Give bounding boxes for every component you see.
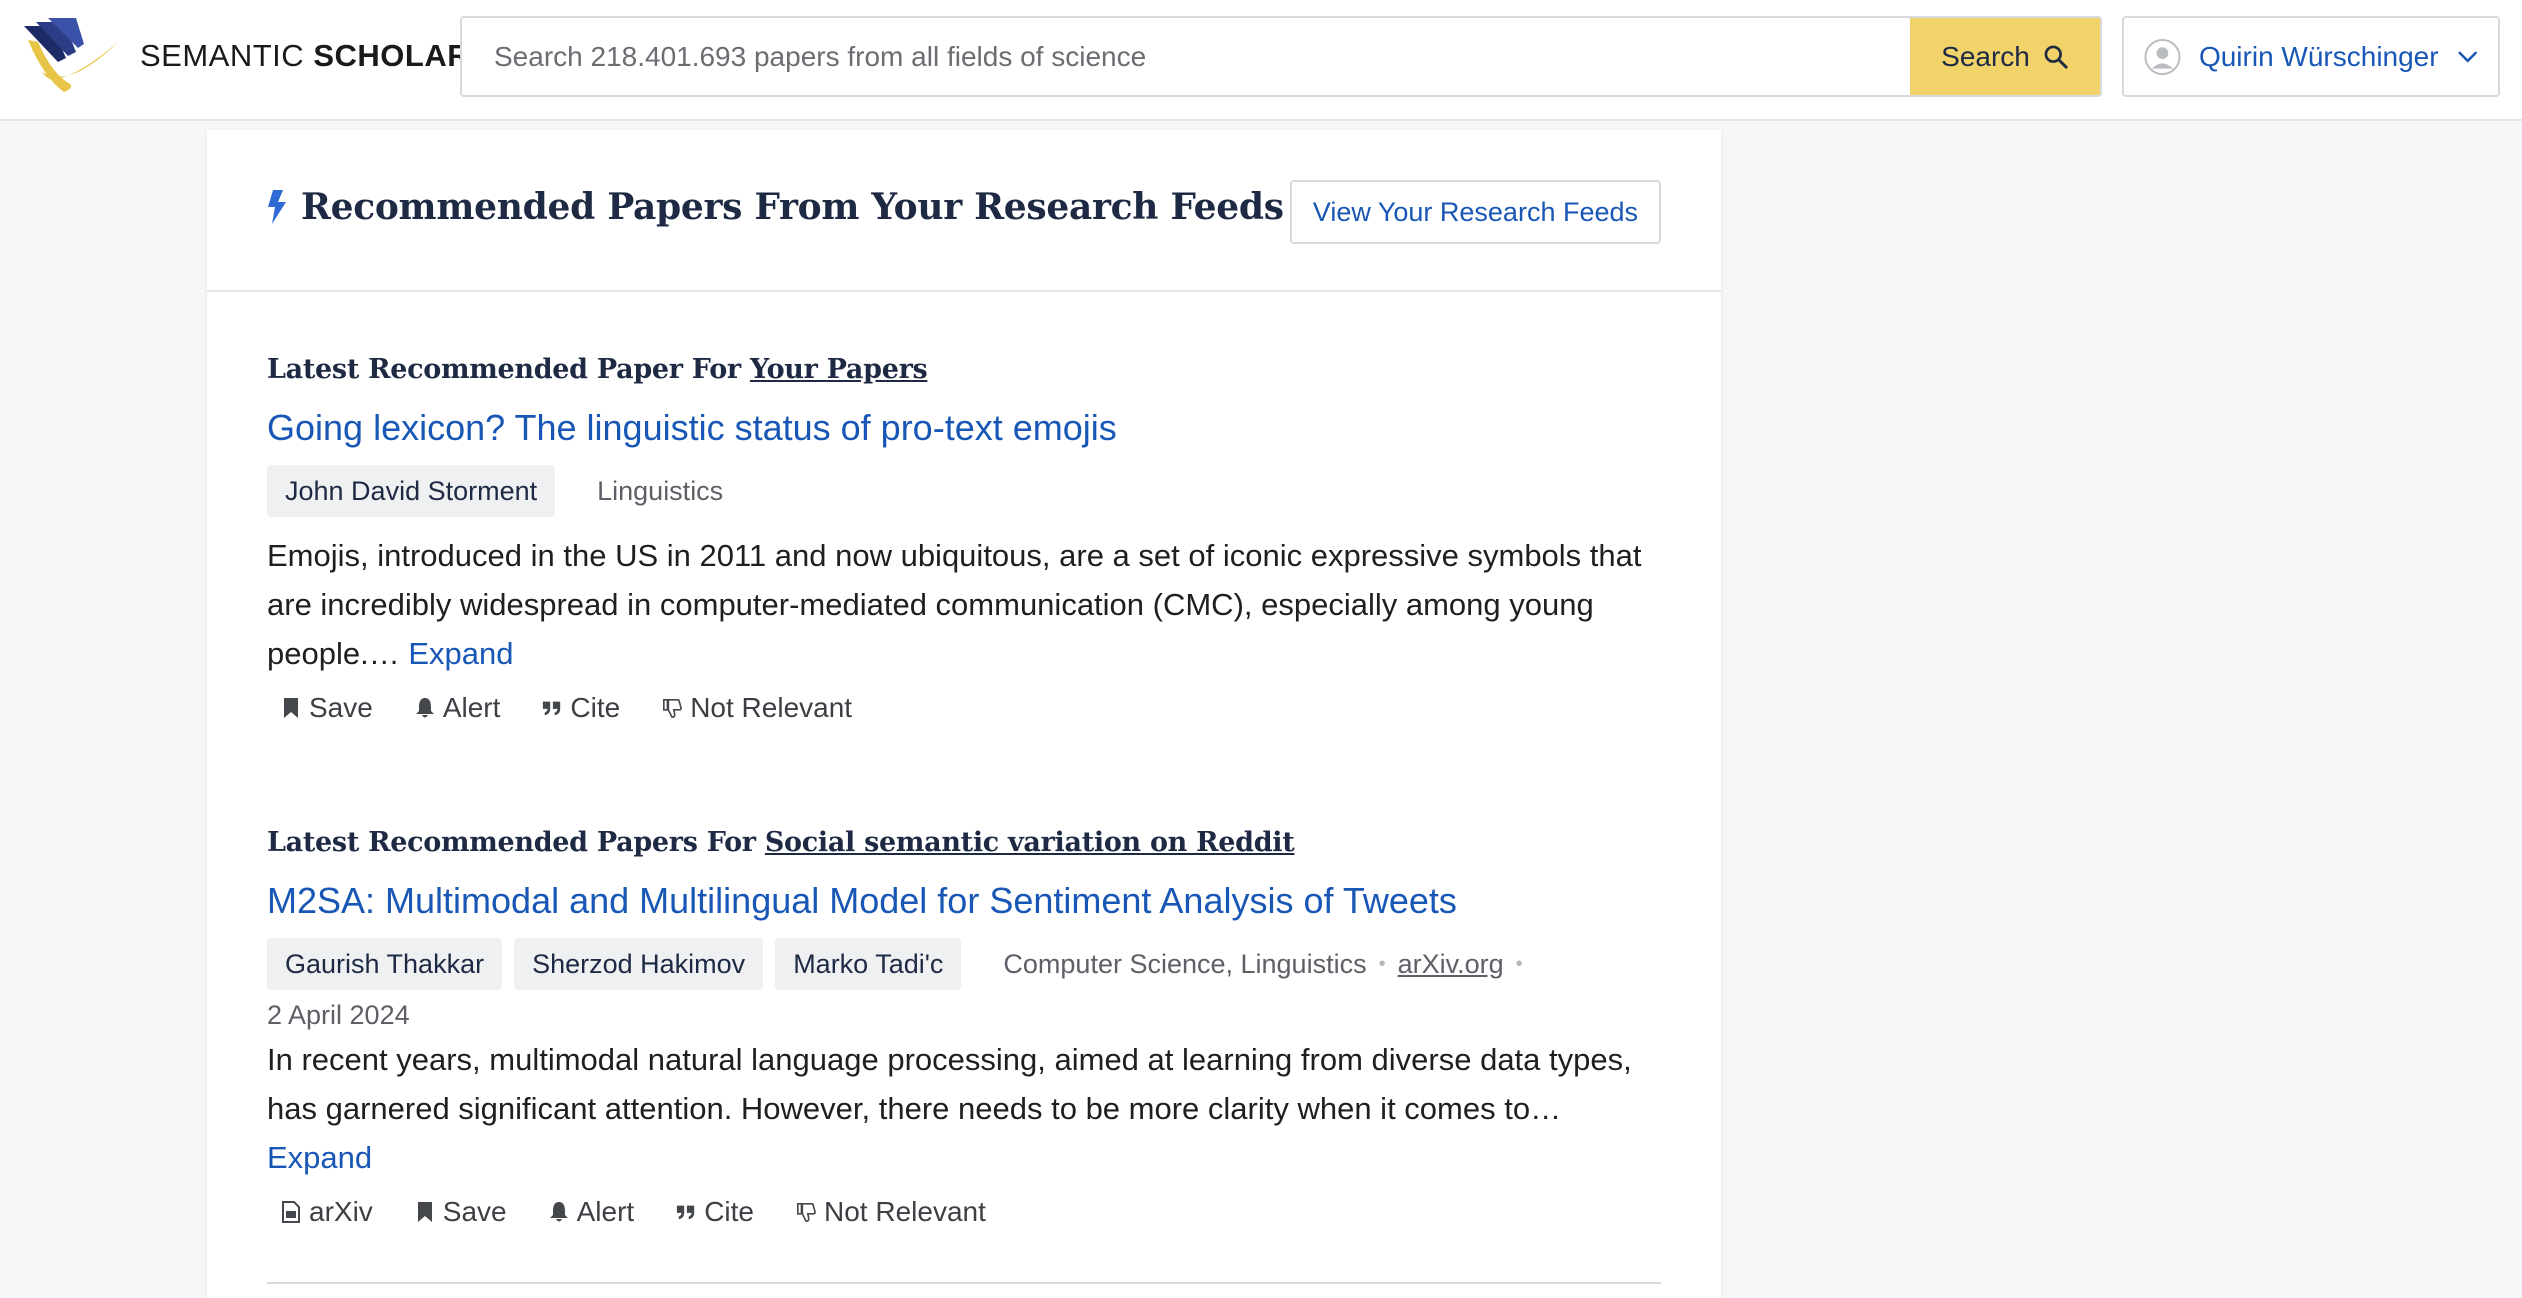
paper-title-link[interactable]: M2SA: Multimodal and Multilingual Model … [267, 880, 1661, 922]
alert-button[interactable]: Alert [535, 1196, 634, 1228]
search-bar: Search [460, 16, 2102, 97]
research-feed-card: Recommended Papers From Your Research Fe… [207, 130, 1721, 1298]
bookmark-icon [417, 1202, 432, 1222]
chevron-down-icon [2457, 50, 2477, 63]
section-feed-link[interactable]: Social semantic variation on Reddit [765, 827, 1295, 858]
recommendation-section-feed: Latest Recommended Papers For Social sem… [267, 827, 1661, 1228]
paper-venue-link[interactable]: arXiv.org [1398, 949, 1504, 980]
author-chip[interactable]: Sherzod Hakimov [514, 938, 764, 990]
account-name: Quirin Würschinger [2198, 40, 2439, 72]
feed-card-header: Recommended Papers From Your Research Fe… [207, 130, 1721, 292]
section-label: Latest Recommended Paper For Your Papers [267, 354, 928, 385]
save-button[interactable]: Save [267, 692, 373, 724]
paper-actions: arXiv Save Alert Cite Not Relevant [267, 1196, 1661, 1228]
save-button[interactable]: Save [401, 1196, 507, 1228]
recommendation-section-your-papers: Latest Recommended Paper For Your Papers… [267, 354, 1661, 724]
meta-separator: • [1378, 952, 1386, 975]
quote-icon [543, 701, 561, 716]
user-avatar-icon [2144, 38, 2181, 75]
search-input[interactable] [462, 18, 1910, 95]
top-header: SEMANTIC SCHOLAR Search Quirin Würsching… [0, 0, 2522, 121]
paper-abstract: In recent years, multimodal natural lang… [267, 1035, 1661, 1182]
paper-actions: Save Alert Cite Not Relevant [267, 692, 1661, 724]
author-chip[interactable]: Gaurish Thakkar [267, 938, 503, 990]
author-chip[interactable]: Marko Tadi'c [775, 938, 962, 990]
section-feed-link[interactable]: Your Papers [750, 354, 928, 385]
paper-fields: Computer Science, Linguistics [1003, 948, 1367, 979]
paper-abstract: Emojis, introduced in the US in 2011 and… [267, 531, 1661, 678]
cite-button[interactable]: Cite [528, 692, 620, 724]
search-button[interactable]: Search [1910, 18, 2100, 95]
section-divider [267, 1282, 1661, 1284]
logo-text: SEMANTIC SCHOLAR [140, 38, 471, 73]
search-button-label: Search [1941, 40, 2030, 72]
arxiv-pdf-link[interactable]: arXiv [267, 1196, 373, 1228]
cite-button[interactable]: Cite [662, 1196, 754, 1228]
bell-icon [549, 1202, 568, 1222]
semantic-scholar-logo[interactable]: SEMANTIC SCHOLAR [22, 18, 470, 94]
feed-title-text: Recommended Papers From Your Research Fe… [301, 186, 1284, 228]
search-icon [2044, 45, 2068, 69]
paper-date: 2 April 2024 [267, 1000, 410, 1030]
expand-abstract-link[interactable]: Expand [267, 1140, 372, 1175]
bookmark-icon [284, 698, 298, 718]
view-research-feeds-button[interactable]: View Your Research Feeds [1289, 180, 1661, 244]
thumbs-down-icon [797, 1203, 816, 1222]
expand-abstract-link[interactable]: Expand [408, 636, 513, 671]
quote-icon [677, 1205, 695, 1220]
paper-meta: John David Storment Linguistics [267, 465, 1661, 517]
thumbs-down-icon [663, 699, 683, 718]
not-relevant-button[interactable]: Not Relevant [648, 692, 852, 724]
feed-title: Recommended Papers From Your Research Fe… [267, 186, 1284, 228]
author-chip[interactable]: John David Storment [267, 465, 556, 517]
paper-title-link[interactable]: Going lexicon? The linguistic status of … [267, 407, 1661, 449]
account-menu[interactable]: Quirin Würschinger [2122, 16, 2500, 97]
bell-icon [415, 698, 434, 718]
paper-fields: Linguistics [597, 475, 724, 506]
not-relevant-button[interactable]: Not Relevant [782, 1196, 986, 1228]
section-label: Latest Recommended Papers For Social sem… [267, 827, 1295, 858]
meta-separator: • [1515, 952, 1523, 975]
semantic-scholar-logo-icon [24, 18, 120, 92]
alert-button[interactable]: Alert [401, 692, 500, 724]
pdf-file-icon [282, 1201, 300, 1223]
abstract-text: In recent years, multimodal natural lang… [267, 1042, 1632, 1126]
paper-meta: Gaurish Thakkar Sherzod Hakimov Marko Ta… [267, 938, 1661, 1031]
lightning-bolt-icon [268, 190, 286, 224]
